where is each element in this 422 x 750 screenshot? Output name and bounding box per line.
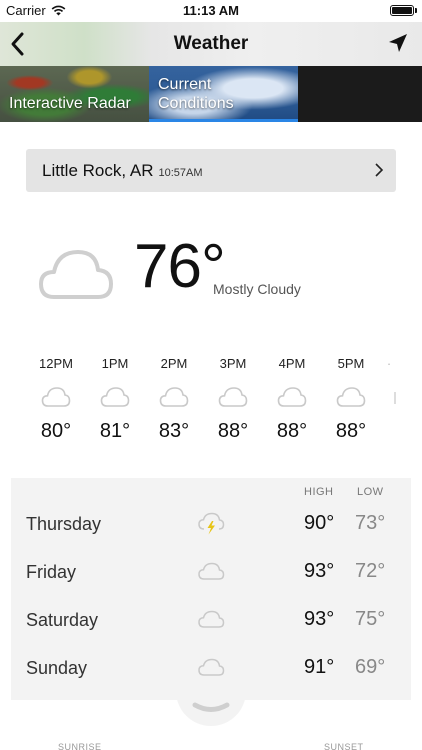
battery-icon	[390, 5, 417, 16]
daily-forecast: HIGH LOW Thursday 90° 73° Friday 93° 72°…	[11, 478, 411, 700]
hour-temp: 88°	[335, 420, 367, 442]
chevron-right-icon	[375, 163, 384, 177]
daily-row: Thursday 90° 73°	[11, 500, 411, 548]
tab-label: Interactive Radar	[9, 94, 131, 113]
hourly-item: 4PM 88°	[264, 356, 320, 443]
tab-label-line: Current	[158, 76, 212, 93]
hour-time: 12PM	[39, 356, 73, 371]
hour-temp: 88°	[276, 420, 308, 442]
cloud-icon	[198, 610, 225, 628]
day-name: Thursday	[26, 514, 102, 534]
day-high: 93°	[304, 608, 335, 630]
day-name: Sunday	[26, 658, 88, 678]
hour-temp: 81°	[99, 420, 131, 442]
high-header: HIGH	[304, 486, 334, 498]
cloud-icon	[218, 387, 248, 407]
hourly-forecast: 12PM 80° 1PM 81° 2PM 83° 3PM 88° 4PM 88°…	[28, 356, 422, 456]
navigation-bar: Weather	[0, 22, 422, 66]
daily-row: Friday 93° 72°	[11, 548, 411, 596]
hour-time: 4PM	[278, 356, 306, 371]
current-condition: Mostly Cloudy	[213, 281, 301, 297]
status-bar: Carrier 11:13 AM	[0, 0, 422, 22]
chevron-down-icon	[192, 702, 230, 712]
hourly-item-partial: ·	[382, 356, 396, 404]
low-header: LOW	[357, 486, 384, 498]
sunset-label: SUNSET	[324, 742, 364, 750]
cloud-icon	[277, 387, 307, 407]
cloud-icon	[159, 387, 189, 407]
location-city: Little Rock, AR	[42, 160, 154, 180]
hour-time: 5PM	[337, 356, 365, 371]
location-selector[interactable]: Little Rock, AR 10:57AM	[26, 149, 396, 192]
cloud-icon	[198, 562, 225, 580]
hour-time: 3PM	[219, 356, 247, 371]
location-arrow-icon[interactable]	[386, 31, 410, 55]
hour-temp: 83°	[158, 420, 190, 442]
tab-label-line: Conditions	[158, 95, 234, 112]
sunrise-label: SUNRISE	[58, 742, 102, 750]
cloud-icon	[41, 387, 71, 407]
hour-temp: 88°	[217, 420, 249, 442]
cloud-icon	[39, 250, 113, 299]
daily-row: Saturday 93° 75°	[11, 596, 411, 644]
current-temperature: 76°	[134, 232, 226, 301]
expand-handle[interactable]	[176, 690, 246, 726]
location-updated-time: 10:57AM	[158, 166, 203, 179]
cloud-icon	[198, 658, 225, 676]
status-time: 11:13 AM	[183, 3, 239, 18]
day-high: 91°	[304, 656, 335, 678]
cloud-icon	[100, 387, 130, 407]
thunderstorm-icon	[198, 512, 225, 535]
day-high: 90°	[304, 512, 335, 534]
tab-label-line: Interactive Radar	[9, 95, 131, 112]
hour-time: 1PM	[101, 356, 129, 371]
day-low: 72°	[355, 560, 386, 582]
hourly-item: 2PM 83°	[146, 356, 202, 443]
hour-time: 2PM	[160, 356, 188, 371]
day-low: 75°	[355, 608, 386, 630]
page-title: Weather	[173, 33, 249, 54]
tab-bar: Interactive Radar Current Conditions	[0, 66, 422, 122]
hourly-item: 12PM 80°	[28, 356, 84, 443]
tab-current-conditions[interactable]: Current Conditions	[149, 66, 298, 122]
tab-interactive-radar[interactable]: Interactive Radar	[0, 66, 149, 122]
day-name: Friday	[26, 562, 77, 582]
day-low: 73°	[355, 512, 386, 534]
hour-temp: 80°	[40, 420, 72, 442]
day-name: Saturday	[26, 610, 99, 630]
daily-row: Sunday 91° 69°	[11, 644, 411, 692]
cloud-icon	[394, 392, 396, 404]
day-low: 69°	[355, 656, 386, 678]
hourly-item: 3PM 88°	[205, 356, 261, 443]
cloud-icon	[336, 387, 366, 407]
hourly-item: 1PM 81°	[87, 356, 143, 443]
tab-label: Current Conditions	[158, 75, 234, 113]
day-high: 93°	[304, 560, 335, 582]
hourly-item: 5PM 88°	[323, 356, 379, 443]
